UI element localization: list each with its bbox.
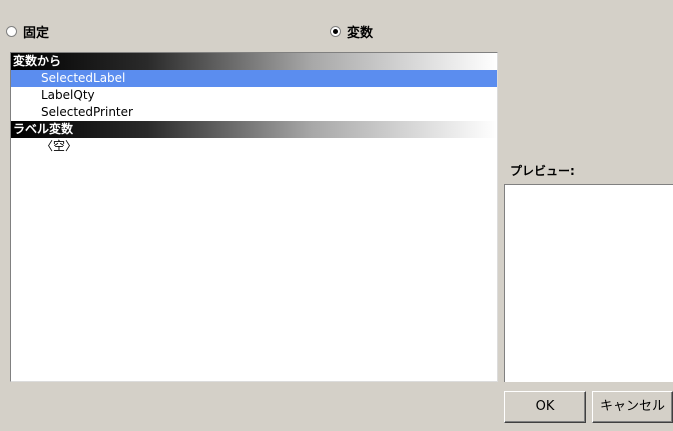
source-option-row: 固定 変数 [0,0,673,50]
fixed-radio[interactable]: 固定 [6,22,49,41]
fixed-radio-label[interactable]: 固定 [23,22,49,41]
variable-list[interactable]: 変数から SelectedLabel LabelQty SelectedPrin… [10,52,498,382]
preview-label: プレビュー: [510,164,575,178]
list-item-label-qty[interactable]: LabelQty [11,87,497,104]
variable-radio[interactable]: 変数 [330,22,373,41]
list-item-empty[interactable]: 〈空〉 [11,138,497,155]
preview-box [504,184,673,382]
fixed-radio-indicator[interactable] [6,25,17,37]
cancel-button[interactable]: キャンセル [592,391,673,423]
group-header-from-variables: 変数から [11,53,497,70]
ok-button[interactable]: OK [504,391,586,423]
variable-radio-indicator[interactable] [330,25,341,37]
list-item-selected-printer[interactable]: SelectedPrinter [11,104,497,121]
group-header-label-variables: ラベル変数 [11,121,497,138]
list-item-selected-label[interactable]: SelectedLabel [11,70,497,87]
variable-radio-label[interactable]: 変数 [347,22,373,41]
